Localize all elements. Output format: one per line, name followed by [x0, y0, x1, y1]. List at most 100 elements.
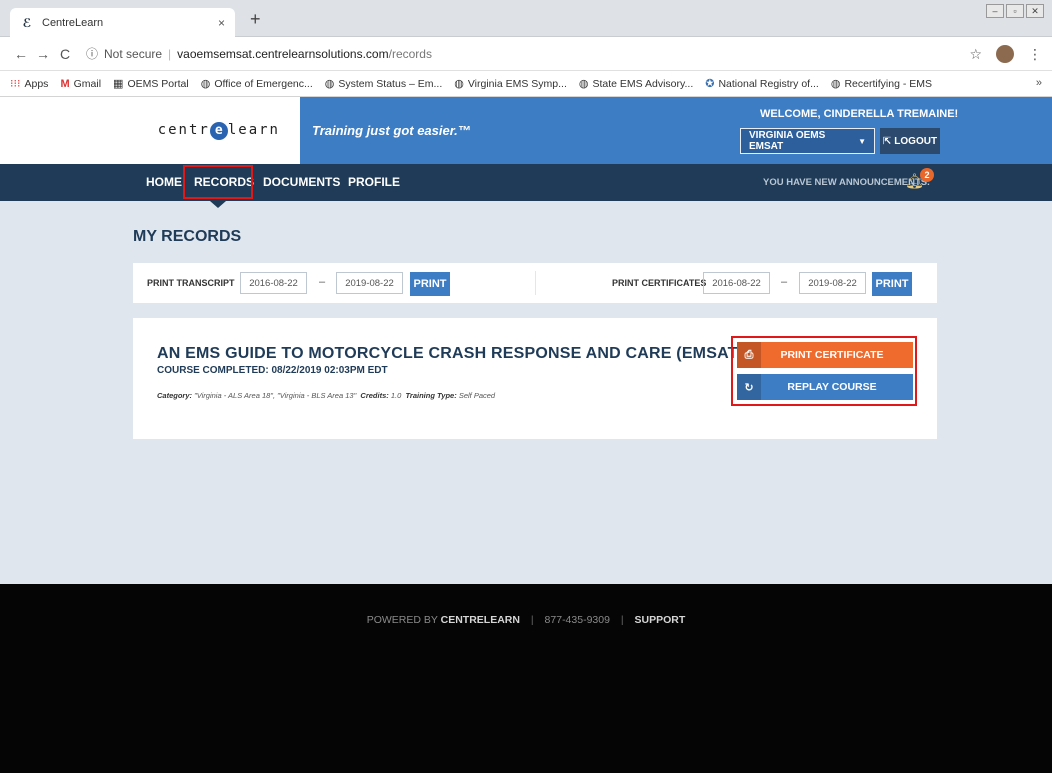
globe-icon: ◍: [454, 78, 464, 90]
menu-kebab-icon[interactable]: ⋮: [1028, 46, 1042, 63]
globe-icon: ◍: [200, 78, 211, 90]
logo-area: centr e learn: [0, 97, 300, 164]
info-icon[interactable]: ⓘ: [86, 45, 98, 62]
support-link[interactable]: SUPPORT: [635, 614, 686, 626]
announcement-count-badge: 2: [920, 168, 934, 182]
transcript-to-date[interactable]: 2019-08-22: [336, 272, 403, 294]
credits-value: 1.0: [390, 391, 402, 400]
footer-separator: |: [530, 614, 534, 626]
header-band: Training just got easier.™ WELCOME, CIND…: [300, 97, 1052, 164]
footer-text: POWERED BY CENTRELEARN | 877-435-9309 | …: [0, 614, 1052, 626]
category-label: Category:: [157, 391, 193, 400]
bookmark-system-status[interactable]: ◍ System Status – Em...: [324, 77, 442, 91]
print-transcript-button[interactable]: PRINT: [410, 272, 450, 296]
print-certificate-button[interactable]: ⎙ PRINT CERTIFICATE: [737, 342, 913, 368]
tagline: Training just got easier.™: [312, 123, 471, 138]
print-certificates-button[interactable]: PRINT: [872, 272, 912, 296]
url-separator: |: [168, 46, 172, 61]
printer-icon: ⎙: [737, 342, 761, 368]
logout-label: LOGOUT: [894, 135, 938, 147]
replay-course-label: REPLAY COURSE: [787, 381, 877, 393]
forward-icon[interactable]: →: [32, 46, 54, 62]
bookmark-apps[interactable]: ⁝⁝⁝ Apps: [10, 77, 48, 91]
chevron-down-icon: ▼: [858, 136, 866, 146]
security-status: Not secure: [104, 46, 163, 61]
footer-brand[interactable]: CENTRELEARN: [441, 614, 520, 626]
bookmark-state-ems[interactable]: ◍ State EMS Advisory...: [578, 77, 693, 91]
site-header: centr e learn Training just got easier.™ W…: [0, 97, 1052, 164]
course-record-card: AN EMS GUIDE TO MOTORCYCLE CRASH RESPONS…: [133, 318, 937, 439]
logout-button[interactable]: ⇱ LOGOUT: [880, 128, 940, 154]
url-host: vaoemsemsat.centrelearnsolutions.com: [177, 46, 389, 61]
globe-icon: ◍: [324, 78, 335, 90]
new-tab-button[interactable]: +: [250, 9, 261, 30]
reload-icon[interactable]: C: [54, 46, 76, 62]
replay-icon: ↻: [737, 374, 761, 400]
print-panel-divider: [535, 271, 536, 295]
welcome-message: WELCOME, CINDERELLA TREMAINE!: [760, 108, 959, 120]
back-icon[interactable]: ←: [10, 46, 32, 62]
page-title: MY RECORDS: [133, 228, 242, 245]
certificates-from-date[interactable]: 2016-08-22: [703, 272, 770, 294]
course-meta: Category: "Virginia - ALS Area 18", "Vir…: [157, 391, 495, 400]
tab-close-icon[interactable]: ×: [218, 16, 225, 30]
gmail-icon: M: [60, 77, 70, 90]
browser-tab[interactable]: ℰ CentreLearn ×: [10, 8, 235, 37]
bookmark-office-emergency[interactable]: ◍ Office of Emergenc...: [200, 77, 313, 91]
footer-phone: 877-435-9309: [544, 614, 610, 626]
bookmark-virginia-ems[interactable]: ◍ Virginia EMS Symp...: [454, 77, 567, 91]
footer-separator: |: [620, 614, 624, 626]
bookmark-recertifying[interactable]: ◍ Recertifying - EMS: [830, 77, 932, 91]
transcript-from-date[interactable]: 2016-08-22: [240, 272, 307, 294]
url-field[interactable]: ⓘ Not secure | vaoemsemsat.centrelearnso…: [86, 45, 432, 62]
nav-documents[interactable]: DOCUMENTS: [263, 175, 340, 189]
course-actions-highlight: ⎙ PRINT CERTIFICATE ↻ REPLAY COURSE: [731, 336, 917, 406]
course-title: AN EMS GUIDE TO MOTORCYCLE CRASH RESPONS…: [157, 345, 744, 362]
nav-home[interactable]: HOME: [146, 175, 182, 189]
close-window-icon[interactable]: ✕: [1026, 4, 1044, 18]
maximize-icon[interactable]: ▫: [1006, 4, 1024, 18]
bookmarks-overflow-icon[interactable]: »: [1036, 77, 1042, 89]
address-bar-actions: ☆ ⋮: [969, 45, 1042, 63]
print-transcript-label: PRINT TRANSCRIPT: [147, 278, 235, 288]
replay-course-button[interactable]: ↻ REPLAY COURSE: [737, 374, 913, 400]
organization-select[interactable]: VIRGINIA OEMS EMSAT ▼: [740, 128, 875, 154]
transcript-date-dash: –: [319, 276, 326, 288]
print-certificates-label: PRINT CERTIFICATES: [612, 278, 707, 288]
external-link-icon: ⇱: [882, 135, 892, 147]
training-type-label: Training Type:: [405, 391, 457, 400]
apps-grid-icon: ⁝⁝⁝: [10, 78, 21, 90]
bookmark-gmail[interactable]: M Gmail: [60, 78, 101, 90]
centrelearn-favicon-icon: ℰ: [22, 15, 32, 30]
credits-label: Credits:: [360, 391, 389, 400]
tab-title: CentreLearn: [42, 16, 104, 29]
category-value: "Virginia - ALS Area 18", "Virginia - BL…: [194, 391, 357, 400]
globe-icon: ◍: [830, 78, 841, 90]
bookmarks-bar: ⁝⁝⁝ Apps M Gmail ▦ OEMS Portal ◍ Office of E…: [0, 71, 1052, 97]
profile-avatar[interactable]: [996, 45, 1014, 63]
minimize-icon[interactable]: –: [986, 4, 1004, 18]
print-panel: PRINT TRANSCRIPT 2016-08-22 – 2019-08-22…: [133, 263, 937, 303]
powered-by-text: POWERED BY: [366, 614, 438, 626]
bookmark-star-icon[interactable]: ☆: [969, 46, 982, 63]
globe-icon: ◍: [578, 78, 589, 90]
registry-icon: ✪: [705, 78, 715, 90]
address-bar: ← → C ⓘ Not secure | vaoemsemsat.centrel…: [0, 37, 1052, 71]
records-highlight-box: [183, 165, 253, 199]
page-icon: ▦: [113, 78, 124, 90]
training-type-value: Self Paced: [458, 391, 496, 400]
bookmark-oems-portal[interactable]: ▦ OEMS Portal: [113, 77, 189, 91]
window-controls: – ▫ ✕: [986, 4, 1044, 18]
browser-tab-bar: ℰ CentreLearn × + – ▫ ✕: [0, 0, 1052, 37]
bookmark-national-registry[interactable]: ✪ National Registry of...: [705, 77, 819, 91]
site-footer: POWERED BY CENTRELEARN | 877-435-9309 | …: [0, 584, 1052, 773]
certificates-date-dash: –: [781, 276, 788, 288]
main-nav: HOME RECORDS DOCUMENTS PROFILE YOU HAVE …: [0, 164, 1052, 201]
certificates-to-date[interactable]: 2019-08-22: [799, 272, 866, 294]
nav-profile[interactable]: PROFILE: [348, 175, 400, 189]
course-completed-date: COURSE COMPLETED: 08/22/2019 02:03PM EDT: [157, 365, 388, 376]
url-path: /records: [388, 46, 432, 61]
print-certificate-label: PRINT CERTIFICATE: [780, 349, 884, 361]
organization-select-value: VIRGINIA OEMS EMSAT: [749, 130, 826, 152]
centrelearn-logo[interactable]: centr e learn: [158, 121, 280, 140]
